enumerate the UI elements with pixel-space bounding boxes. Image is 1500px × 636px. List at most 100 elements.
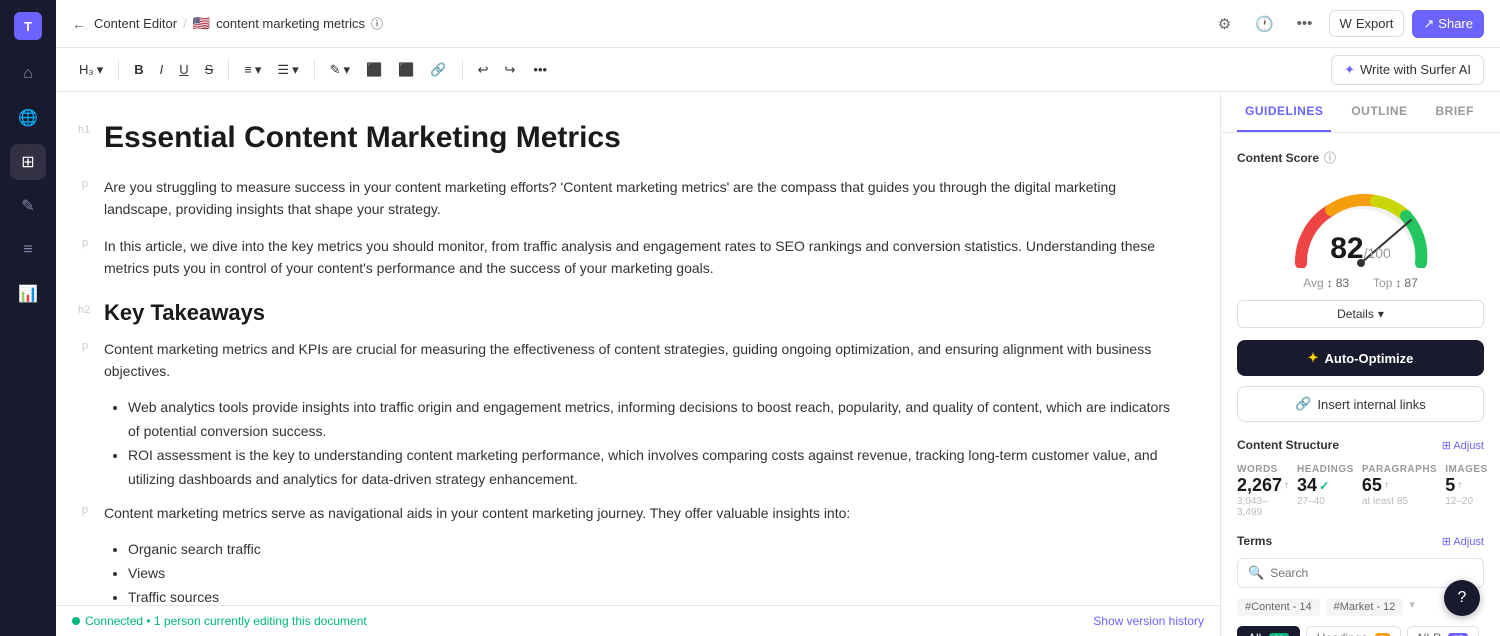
format-group: B I U S (127, 58, 220, 81)
editor-para-1[interactable]: Are you struggling to measure success in… (104, 176, 1172, 221)
editor[interactable]: h1 Essential Content Marketing Metrics p… (56, 92, 1220, 636)
avg-arrow-icon: ↕ (1327, 276, 1333, 290)
stat-card-value-words: 2,267 ↑ (1237, 475, 1289, 496)
toolbar: H₃ ▾ B I U S ≡ ▾ ☰ ▾ ✎ ▾ (56, 48, 1500, 92)
panel-tabs: GUIDELINES OUTLINE BRIEF (1221, 92, 1500, 133)
breadcrumb-doc[interactable]: content marketing metrics (216, 16, 365, 31)
clock-button[interactable]: 🕐 (1249, 8, 1281, 40)
wordpress-icon: W (1340, 16, 1352, 31)
editor-para-4[interactable]: Content marketing metrics serve as navig… (104, 502, 1172, 524)
stat-card-images: IMAGES 5 ↑ 12–20 (1445, 464, 1487, 518)
editor-sub-bullet-1[interactable]: Organic search traffic (128, 538, 1172, 562)
redo-button[interactable]: ↪ (498, 58, 523, 82)
para-label-2: p (82, 237, 88, 249)
terms-title: Terms (1237, 534, 1272, 548)
sidebar-icon-globe[interactable]: 🌐 (10, 100, 46, 136)
write-ai-button[interactable]: ✦ Write with Surfer AI (1331, 55, 1484, 85)
stat-card-headings: HEADINGS 34 ✓ 27–40 (1297, 464, 1354, 518)
breadcrumb: Content Editor / 🇺🇸 content marketing me… (94, 15, 383, 32)
highlight-button[interactable]: ✎ ▾ (323, 58, 357, 82)
auto-optimize-button[interactable]: ✦ Auto-Optimize (1237, 340, 1484, 376)
tag-filter-content[interactable]: #Content - 14 (1237, 598, 1320, 616)
search-input[interactable] (1270, 566, 1473, 580)
toolbar-sep-1 (118, 60, 119, 80)
sidebar-icon-grid[interactable]: ⊞ (10, 144, 46, 180)
connected-status: Connected • 1 person currently editing t… (72, 614, 367, 628)
export-button[interactable]: W Export (1329, 10, 1405, 37)
image-button[interactable]: ⬛ (391, 58, 421, 82)
search-box[interactable]: 🔍 (1237, 558, 1484, 588)
breadcrumb-editor[interactable]: Content Editor (94, 16, 177, 31)
sidebar-icon-edit[interactable]: ✎ (10, 188, 46, 224)
para-block-1: p Are you struggling to measure success … (104, 176, 1172, 221)
help-button[interactable]: ? (1444, 580, 1480, 616)
editor-bullet-2[interactable]: ROI assessment is the key to understandi… (128, 444, 1172, 492)
term-tab-nlp[interactable]: NLP 65 (1407, 626, 1480, 636)
editor-para-3[interactable]: Content marketing metrics and KPIs are c… (104, 338, 1172, 383)
editor-h2[interactable]: Key Takeaways (104, 300, 1172, 326)
stat-card-range-paragraphs: at least 85 (1362, 496, 1437, 507)
stat-card-value-paragraphs: 65 ↑ (1362, 475, 1437, 496)
editor-footer-inner: Connected • 1 person currently editing t… (56, 605, 1220, 636)
terms-header: Terms ⊞ Adjust (1237, 534, 1484, 548)
align-button[interactable]: ≡ ▾ (237, 58, 268, 82)
top-arrow-icon: ↕ (1395, 276, 1401, 290)
undo-button[interactable]: ↩ (471, 58, 496, 82)
chevron-down-icon-details: ▾ (1378, 307, 1384, 321)
score-info-icon[interactable]: ⓘ (1324, 149, 1336, 166)
editor-panel: h1 Essential Content Marketing Metrics p… (56, 92, 1500, 636)
star-icon: ✦ (1308, 350, 1319, 366)
h2-label: h2 (78, 304, 90, 316)
italic-button[interactable]: I (153, 58, 171, 81)
adjust-button[interactable]: ⊞ Adjust (1442, 439, 1484, 452)
sidebar-icon-list[interactable]: ≡ (10, 232, 46, 268)
para-block-3: p Content marketing metrics and KPIs are… (104, 338, 1172, 383)
sidebar-icon-home[interactable]: ⌂ (10, 56, 46, 92)
terms-section: Terms ⊞ Adjust 🔍 #Content - 14 #Market -… (1237, 534, 1484, 636)
more-options-button[interactable]: ••• (526, 58, 554, 81)
chevron-down-icon-2: ▾ (255, 62, 262, 78)
insert-links-button[interactable]: 🔗 Insert internal links (1237, 386, 1484, 422)
tab-outline[interactable]: OUTLINE (1343, 92, 1415, 132)
top-stat: Top ↕ 87 (1373, 276, 1418, 290)
toolbar-sep-4 (462, 60, 463, 80)
list-button[interactable]: ☰ ▾ (270, 58, 305, 82)
stat-card-label-headings: HEADINGS (1297, 464, 1354, 475)
term-tab-headings[interactable]: Headings 5 (1306, 626, 1401, 636)
more-button[interactable]: ••• (1289, 8, 1321, 40)
details-button[interactable]: Details ▾ (1237, 300, 1484, 328)
h1-block: h1 Essential Content Marketing Metrics (104, 120, 1172, 156)
editor-title[interactable]: Essential Content Marketing Metrics (104, 120, 1172, 156)
right-panel: GUIDELINES OUTLINE BRIEF Content Score ⓘ (1220, 92, 1500, 636)
breadcrumb-separator: / (183, 16, 187, 31)
chevron-down-icon-4: ▾ (344, 62, 351, 78)
settings-button[interactable]: ⚙ (1209, 8, 1241, 40)
tag-filter-chevron[interactable]: ▾ (1409, 598, 1415, 616)
structure-header: Content Structure ⊞ Adjust (1237, 438, 1484, 452)
back-button[interactable]: ← (72, 16, 86, 32)
editor-bullet-1[interactable]: Web analytics tools provide insights int… (128, 396, 1172, 444)
strikethrough-button[interactable]: S (198, 58, 221, 81)
editor-para-2[interactable]: In this article, we dive into the key me… (104, 235, 1172, 280)
terms-adjust-button[interactable]: ⊞ Adjust (1442, 535, 1484, 548)
para-block-4: p Content marketing metrics serve as nav… (104, 502, 1172, 524)
heading-select[interactable]: H₃ ▾ (72, 58, 110, 82)
bold-button[interactable]: B (127, 58, 150, 81)
search-icon: 🔍 (1248, 565, 1264, 581)
version-history-button[interactable]: Show version history (1093, 614, 1204, 628)
tag-filter-market[interactable]: #Market - 12 (1326, 598, 1404, 616)
stat-card-words: WORDS 2,267 ↑ 3,043–3,499 (1237, 464, 1289, 518)
sidebar-avatar[interactable]: T (14, 12, 42, 40)
tab-guidelines[interactable]: GUIDELINES (1237, 92, 1331, 132)
ai-icon: ✦ (1344, 62, 1355, 78)
topbar-info-icon[interactable]: ⓘ (371, 15, 383, 32)
crop-button[interactable]: ⬛ (359, 58, 389, 82)
term-tab-all[interactable]: All 80 (1237, 626, 1300, 636)
tab-brief[interactable]: BRIEF (1428, 92, 1483, 132)
arrow-up-icon-words: ↑ (1284, 480, 1289, 491)
link-button[interactable]: 🔗 (423, 58, 453, 82)
underline-button[interactable]: U (172, 58, 195, 81)
share-button[interactable]: ↗ Share (1412, 10, 1484, 38)
sidebar-icon-chart[interactable]: 📊 (10, 276, 46, 312)
editor-sub-bullet-2[interactable]: Views (128, 562, 1172, 586)
